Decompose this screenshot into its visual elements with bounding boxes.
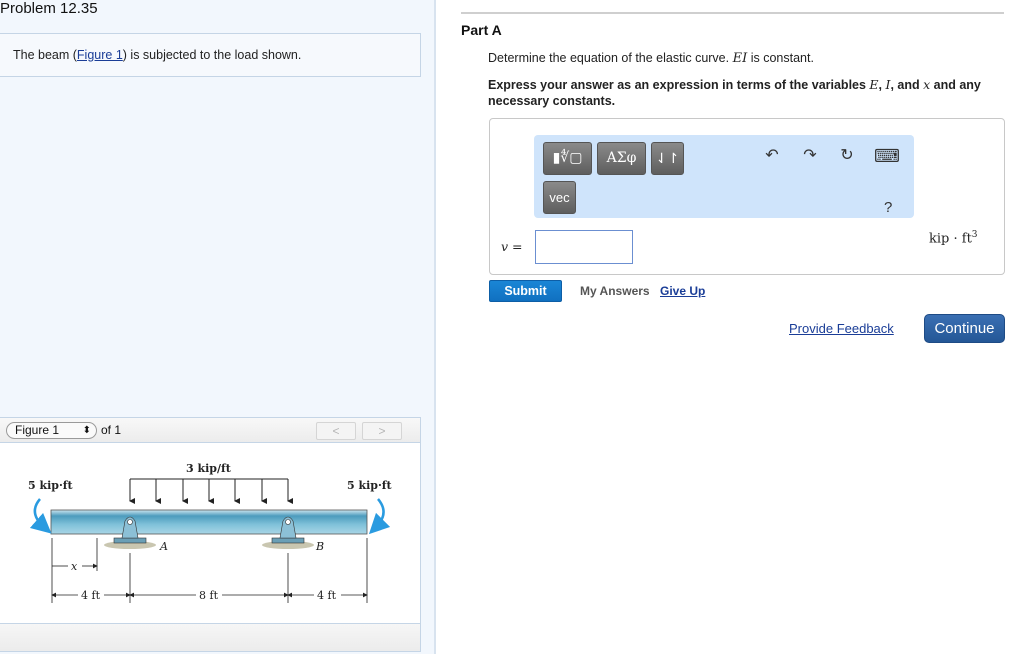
- left-moment-label: 5 kip·ft: [28, 479, 74, 492]
- question-text: Determine the equation of the elastic cu…: [488, 51, 814, 66]
- dim-middle-label: 8 ft: [199, 589, 219, 602]
- intro-before: The beam (: [13, 48, 77, 62]
- chevron-left-icon: <: [332, 424, 340, 438]
- keyboard-icon[interactable]: ⌨: [874, 145, 900, 167]
- vec-button[interactable]: vec: [543, 181, 576, 214]
- beam-figure: 3 kip/ft 5 kip·ft 5 kip·ft A B x 4 ft 8 …: [28, 462, 393, 603]
- units-text: kip · ft: [929, 231, 972, 247]
- reset-icon[interactable]: ↻: [836, 145, 858, 167]
- right-moment-label: 5 kip·ft: [347, 479, 393, 492]
- instr-sep-2: , and: [890, 78, 924, 92]
- instr-text-1: Express your answer as an expression in …: [488, 78, 870, 92]
- undo-icon[interactable]: ↶: [761, 145, 783, 167]
- provide-feedback-link[interactable]: Provide Feedback: [789, 321, 894, 336]
- x-variable-label: x: [71, 560, 78, 573]
- figure-select[interactable]: Figure 1 ⬍: [6, 422, 97, 439]
- question-var: EI: [732, 51, 748, 66]
- figure-link[interactable]: Figure 1: [77, 48, 123, 62]
- answer-box: ▮∜▢ ΑΣφ ⇃↾ vec ↶ ↷ ↻ ⌨ ? v = kip · ft3: [489, 118, 1005, 275]
- give-up-link[interactable]: Give Up: [660, 284, 705, 298]
- problem-intro: The beam (Figure 1) is subjected to the …: [13, 48, 301, 62]
- load-arrows: [129, 479, 293, 504]
- distributed-load-label: 3 kip/ft: [186, 462, 232, 475]
- continue-button[interactable]: Continue: [924, 314, 1005, 343]
- prev-figure-button[interactable]: <: [316, 422, 356, 440]
- part-title: Part A: [461, 22, 502, 38]
- problem-intro-box: The beam (Figure 1) is subjected to the …: [0, 33, 421, 77]
- question-after: is constant.: [747, 51, 814, 65]
- figure-footer: [0, 624, 421, 652]
- answer-units: kip · ft3: [929, 230, 978, 246]
- answer-input[interactable]: [535, 230, 633, 264]
- beam: [50, 509, 368, 535]
- greek-letters-button[interactable]: ΑΣφ: [597, 142, 646, 175]
- answer-variable-label: v =: [501, 239, 523, 254]
- problem-panel: Problem 12.35 The beam (Figure 1) is sub…: [0, 0, 436, 654]
- select-arrows-icon: ⬍: [82, 425, 91, 436]
- question-before: Determine the equation of the elastic cu…: [488, 51, 733, 65]
- instructions-text: Express your answer as an expression in …: [488, 77, 998, 109]
- dim-left-label: 4 ft: [81, 589, 101, 602]
- figure-count: of 1: [101, 423, 122, 437]
- math-palette: ▮∜▢ ΑΣφ ⇃↾ vec ↶ ↷ ↻ ⌨ ?: [534, 135, 914, 218]
- arrows-button[interactable]: ⇃↾: [651, 142, 684, 175]
- dim-right-label: 4 ft: [317, 589, 337, 602]
- instr-var-e: E: [869, 77, 879, 92]
- chevron-right-icon: >: [378, 424, 386, 438]
- instr-sep-1: ,: [878, 78, 886, 92]
- redo-icon[interactable]: ↷: [799, 145, 821, 167]
- divider: [461, 12, 1004, 14]
- templates-button[interactable]: ▮∜▢: [543, 142, 592, 175]
- intro-after: ) is subjected to the load shown.: [122, 48, 302, 62]
- help-button[interactable]: ?: [884, 199, 892, 216]
- support-b-label: B: [315, 540, 324, 553]
- figure-area: 3 kip/ft 5 kip·ft 5 kip·ft A B x 4 ft 8 …: [0, 443, 421, 624]
- submit-button[interactable]: Submit: [489, 280, 562, 302]
- left-moment-arrow: [29, 498, 52, 534]
- figure-select-value: Figure 1: [15, 423, 60, 437]
- problem-title: Problem 12.35: [0, 0, 98, 17]
- right-moment-arrow: [368, 498, 391, 535]
- support-a-label: A: [159, 540, 168, 553]
- figure-toolbar: Figure 1 ⬍ of 1 < >: [0, 417, 421, 443]
- next-figure-button[interactable]: >: [362, 422, 402, 440]
- part-panel: Part A Determine the equation of the ela…: [440, 0, 1024, 654]
- units-exponent: 3: [971, 230, 978, 240]
- my-answers-label: My Answers: [580, 284, 650, 298]
